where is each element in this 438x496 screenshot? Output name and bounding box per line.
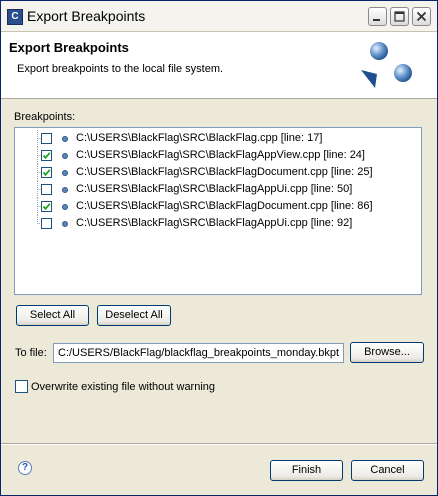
app-icon: C [7, 9, 23, 25]
browse-button[interactable]: Browse... [350, 342, 424, 363]
breakpoint-icon [62, 221, 68, 227]
breakpoints-list[interactable]: C:\USERS\BlackFlag\SRC\BlackFlag.cpp [li… [14, 127, 422, 295]
checkmark-icon [42, 169, 51, 177]
breakpoint-checkbox[interactable] [41, 201, 52, 212]
to-file-input[interactable]: C:/USERS/BlackFlag/blackflag_breakpoints… [53, 343, 344, 363]
breakpoint-label: C:\USERS\BlackFlag\SRC\BlackFlagDocument… [76, 200, 373, 212]
breakpoint-checkbox[interactable] [41, 150, 52, 161]
breakpoint-checkbox[interactable] [41, 167, 52, 178]
banner-title: Export Breakpoints [9, 40, 129, 55]
list-item[interactable]: C:\USERS\BlackFlag\SRC\BlackFlagDocument… [15, 164, 421, 181]
overwrite-label: Overwrite existing file without warning [31, 381, 216, 393]
breakpoint-checkbox[interactable] [41, 133, 52, 144]
breakpoint-checkbox[interactable] [41, 218, 52, 229]
finish-button[interactable]: Finish [270, 460, 343, 481]
list-item[interactable]: C:\USERS\BlackFlag\SRC\BlackFlagAppUi.cp… [15, 215, 421, 232]
breakpoint-icon [62, 204, 68, 210]
select-all-button[interactable]: Select All [16, 305, 89, 326]
breakpoint-icon [62, 187, 68, 193]
breakpoint-label: C:\USERS\BlackFlag\SRC\BlackFlag.cpp [li… [76, 132, 323, 144]
deselect-all-button[interactable]: Deselect All [97, 305, 171, 326]
maximize-icon[interactable] [390, 7, 409, 26]
export-wizard-icon [361, 42, 412, 88]
list-item[interactable]: C:\USERS\BlackFlag\SRC\BlackFlagAppView.… [15, 147, 421, 164]
list-item[interactable]: C:\USERS\BlackFlag\SRC\BlackFlagDocument… [15, 198, 421, 215]
banner-description: Export breakpoints to the local file sys… [17, 63, 224, 75]
breakpoint-label: C:\USERS\BlackFlag\SRC\BlackFlagAppUi.cp… [76, 183, 353, 195]
button-bar-separator [1, 443, 437, 445]
checkmark-icon [42, 152, 51, 160]
checkmark-icon [42, 203, 51, 211]
breakpoint-label: C:\USERS\BlackFlag\SRC\BlackFlagDocument… [76, 166, 373, 178]
minimize-icon[interactable] [368, 7, 387, 26]
breakpoint-label: C:\USERS\BlackFlag\SRC\BlackFlagAppUi.cp… [76, 217, 353, 229]
title-bar[interactable]: C Export Breakpoints [1, 1, 437, 32]
dialog-content: Breakpoints: C:\USERS\BlackFlag\SRC\Blac… [1, 99, 437, 495]
breakpoint-label: C:\USERS\BlackFlag\SRC\BlackFlagAppView.… [76, 149, 365, 161]
help-icon[interactable]: ? [18, 461, 32, 475]
breakpoint-checkbox[interactable] [41, 184, 52, 195]
export-breakpoints-dialog: C Export Breakpoints Export Breakpoints … [0, 0, 438, 496]
list-item[interactable]: C:\USERS\BlackFlag\SRC\BlackFlag.cpp [li… [15, 130, 421, 147]
overwrite-checkbox[interactable] [15, 380, 28, 393]
close-icon[interactable] [412, 7, 431, 26]
wizard-banner: Export Breakpoints Export breakpoints to… [1, 32, 437, 99]
list-item[interactable]: C:\USERS\BlackFlag\SRC\BlackFlagAppUi.cp… [15, 181, 421, 198]
to-file-label: To file: [15, 347, 47, 359]
cancel-button[interactable]: Cancel [351, 460, 424, 481]
window-title: Export Breakpoints [27, 8, 146, 24]
breakpoints-label: Breakpoints: [14, 111, 76, 123]
breakpoint-icon [62, 153, 68, 159]
breakpoint-icon [62, 136, 68, 142]
breakpoint-icon [62, 170, 68, 176]
